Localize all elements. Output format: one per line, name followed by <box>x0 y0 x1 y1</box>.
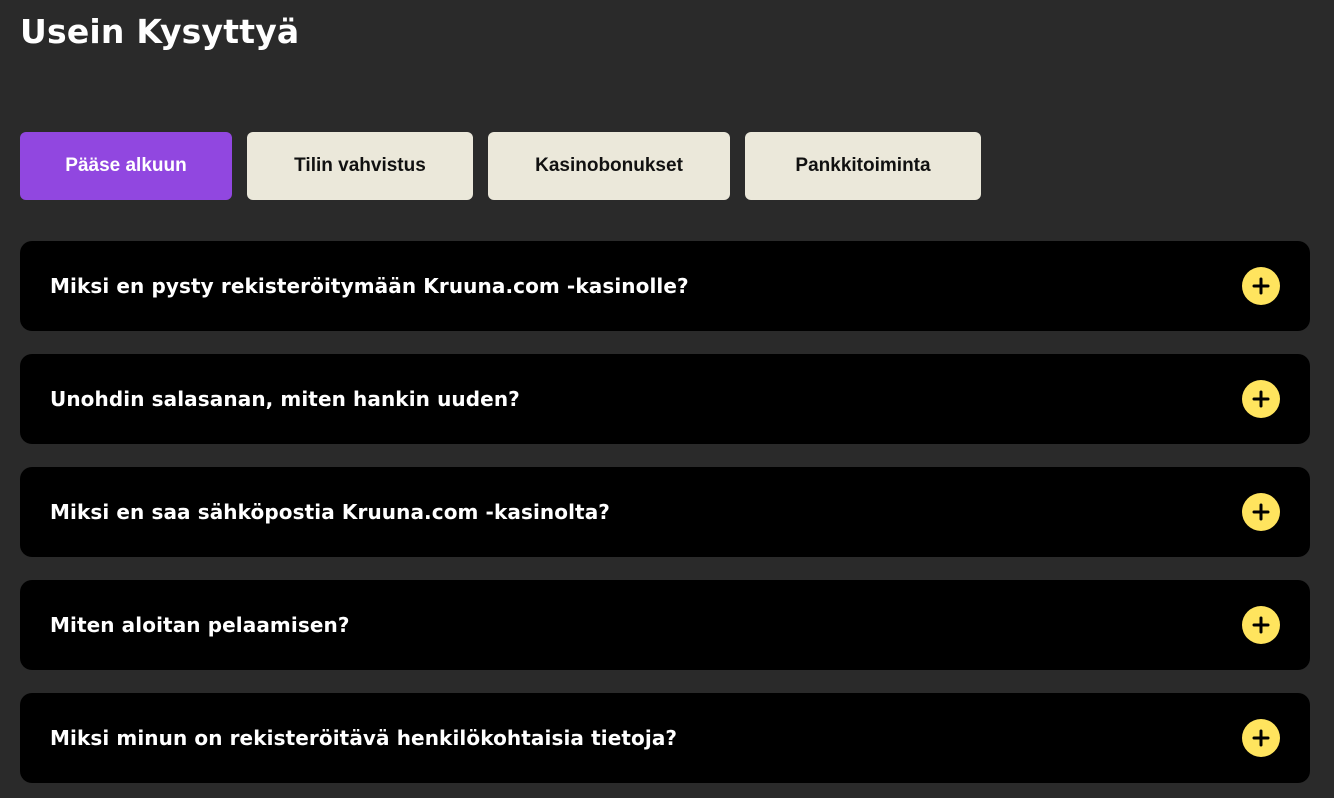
plus-icon[interactable] <box>1242 719 1280 757</box>
faq-item[interactable]: Miksi minun on rekisteröitävä henkilökoh… <box>20 693 1310 783</box>
plus-icon[interactable] <box>1242 493 1280 531</box>
faq-page: Usein Kysyttyä Pääse alkuun Tilin vahvis… <box>0 0 1334 798</box>
faq-item[interactable]: Miksi en pysty rekisteröitymään Kruuna.c… <box>20 241 1310 331</box>
tab-paase-alkuun[interactable]: Pääse alkuun <box>20 132 232 200</box>
faq-item[interactable]: Miksi en saa sähköpostia Kruuna.com -kas… <box>20 467 1310 557</box>
faq-question: Miksi minun on rekisteröitävä henkilökoh… <box>50 726 678 750</box>
category-tabs: Pääse alkuun Tilin vahvistus Kasinobonuk… <box>20 132 981 200</box>
faq-list: Miksi en pysty rekisteröitymään Kruuna.c… <box>20 241 1310 783</box>
faq-item[interactable]: Unohdin salasanan, miten hankin uuden? <box>20 354 1310 444</box>
faq-question: Miten aloitan pelaamisen? <box>50 613 350 637</box>
faq-question: Miksi en pysty rekisteröitymään Kruuna.c… <box>50 274 689 298</box>
page-title: Usein Kysyttyä <box>20 12 300 51</box>
tab-kasinobonukset[interactable]: Kasinobonukset <box>488 132 730 200</box>
faq-item[interactable]: Miten aloitan pelaamisen? <box>20 580 1310 670</box>
faq-question: Miksi en saa sähköpostia Kruuna.com -kas… <box>50 500 611 524</box>
plus-icon[interactable] <box>1242 606 1280 644</box>
tab-tilin-vahvistus[interactable]: Tilin vahvistus <box>247 132 473 200</box>
plus-icon[interactable] <box>1242 380 1280 418</box>
faq-question: Unohdin salasanan, miten hankin uuden? <box>50 387 520 411</box>
tab-pankkitoiminta[interactable]: Pankkitoiminta <box>745 132 981 200</box>
plus-icon[interactable] <box>1242 267 1280 305</box>
